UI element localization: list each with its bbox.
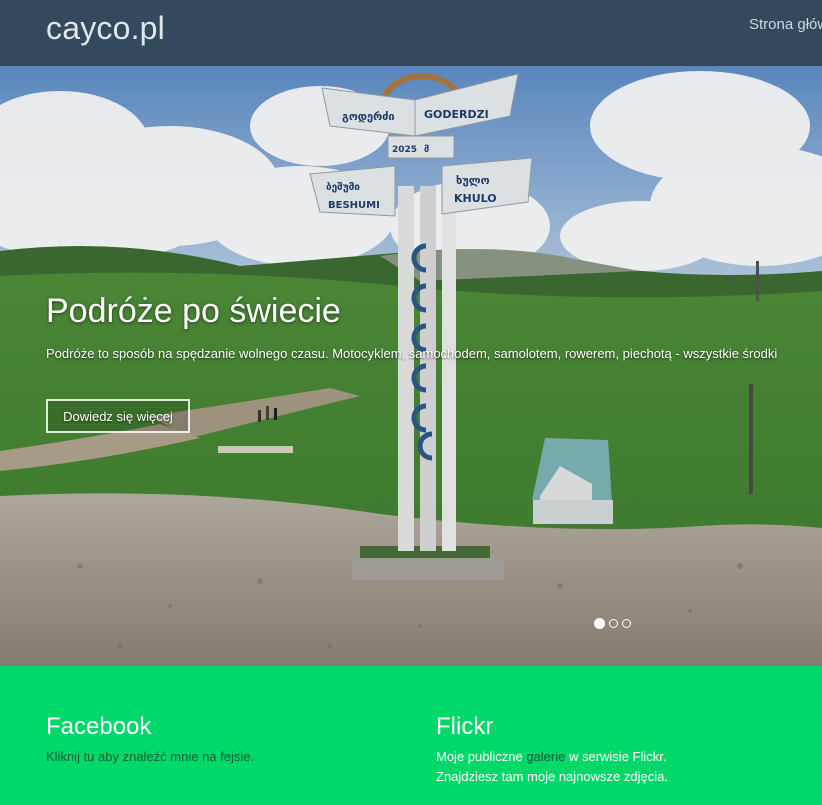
hero-carousel: გოდერძი GODERDZI 2025 მ ბეშუმი BESHUMI ხ… [0, 66, 822, 666]
carousel-indicators [594, 618, 631, 629]
hero-title: Podróże po świecie [46, 292, 341, 330]
facebook-column: Facebook Kliknij tu aby znaleźć mnie na … [46, 713, 254, 767]
flickr-title: Flickr [436, 713, 494, 740]
navbar: cayco.pl Strona głów [0, 0, 822, 66]
footer: Facebook Kliknij tu aby znaleźć mnie na … [0, 666, 822, 805]
flickr-text-line-2: Znajdziesz tam moje najnowsze zdjęcia. [436, 769, 668, 784]
carousel-dot-2[interactable] [609, 619, 618, 628]
flickr-text: Moje publiczne galerie w serwisie Flickr… [436, 747, 668, 787]
flickr-gallery-link[interactable]: galerie [526, 749, 565, 764]
carousel-dot-3[interactable] [622, 619, 631, 628]
flickr-text-part-1: Moje publiczne [436, 749, 527, 764]
nav-link-home[interactable]: Strona głów [749, 16, 822, 33]
flickr-text-part-2: w serwisie Flickr. [565, 749, 667, 764]
hero-photo: გოდერძი GODERDZI 2025 მ ბეშუმი BESHUMI ხ… [0, 66, 822, 666]
learn-more-button[interactable]: Dowiedz się więcej [46, 399, 190, 433]
facebook-link[interactable]: Kliknij tu aby znaleźć mnie na fejsie. [46, 747, 254, 767]
brand-logo-link[interactable]: cayco.pl [46, 10, 165, 47]
facebook-title: Facebook [46, 713, 152, 740]
hero-description: Podróże to sposób na spędzanie wolnego c… [46, 346, 778, 361]
carousel-dot-1[interactable] [594, 618, 605, 629]
flickr-column: Flickr Moje publiczne galerie w serwisie… [436, 713, 668, 787]
